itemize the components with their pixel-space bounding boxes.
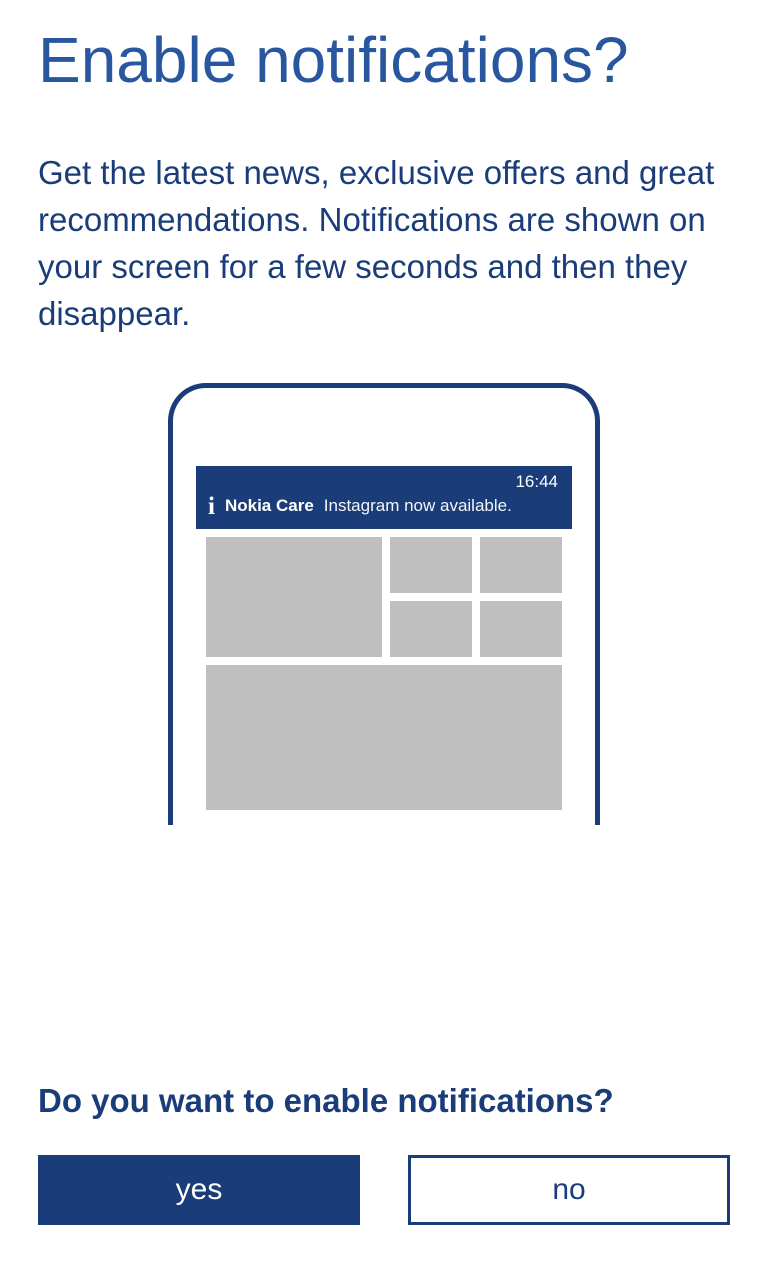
tile	[390, 537, 472, 593]
confirmation-question: Do you want to enable notifications?	[38, 1082, 730, 1120]
status-time: 16:44	[515, 472, 558, 492]
info-icon: i	[208, 494, 215, 519]
notification-app-name: Nokia Care	[225, 496, 314, 516]
page-title: Enable notifications?	[38, 25, 730, 95]
yes-button[interactable]: yes	[38, 1155, 360, 1225]
notification-message: Instagram now available.	[324, 496, 512, 516]
no-button[interactable]: no	[408, 1155, 730, 1225]
button-row: yes no	[38, 1155, 730, 1225]
notification-content: i Nokia Care Instagram now available.	[208, 494, 512, 519]
tile	[206, 537, 382, 657]
tile-grid	[196, 529, 572, 818]
phone-illustration: 16:44 i Nokia Care Instagram now availab…	[38, 383, 730, 825]
tile	[480, 537, 562, 593]
tile	[390, 601, 472, 657]
tile	[480, 601, 562, 657]
tile	[206, 665, 562, 810]
phone-frame: 16:44 i Nokia Care Instagram now availab…	[168, 383, 600, 825]
notification-bar: 16:44 i Nokia Care Instagram now availab…	[196, 466, 572, 529]
description-text: Get the latest news, exclusive offers an…	[38, 150, 730, 337]
phone-screen: 16:44 i Nokia Care Instagram now availab…	[196, 466, 572, 825]
